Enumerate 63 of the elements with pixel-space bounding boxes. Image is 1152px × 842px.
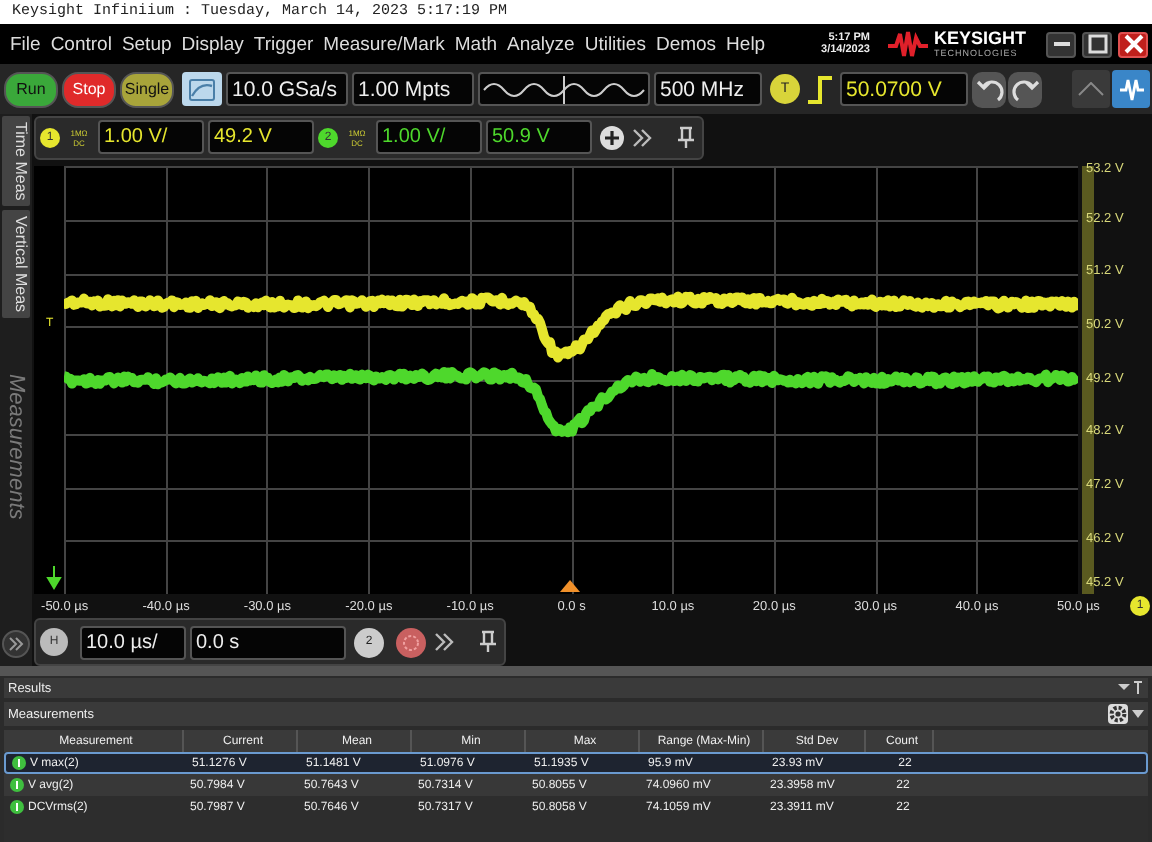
plus-icon — [600, 125, 624, 150]
menu-item[interactable]: Measure/Mark — [323, 33, 445, 55]
memory-depth-field[interactable]: 1.00 Mpts — [352, 72, 474, 106]
side-tab[interactable]: Time Meas — [2, 116, 30, 207]
minimize-icon — [1053, 42, 1069, 46]
chevron-icon — [8, 636, 24, 652]
logo-icon — [885, 28, 930, 60]
expand-button[interactable] — [2, 630, 30, 658]
chevron-icon[interactable] — [434, 632, 454, 653]
run-button[interactable]: Run — [4, 71, 58, 107]
layout-button[interactable] — [1072, 70, 1110, 108]
caret-icon[interactable] — [1132, 710, 1144, 718]
time-position-field[interactable]: 0.0 s — [190, 625, 346, 660]
waveform-view-button[interactable] — [1112, 70, 1150, 108]
channel-offset-field[interactable]: 49.2 V — [208, 120, 314, 155]
chevron-icon[interactable] — [632, 127, 652, 148]
autoscale-button[interactable] — [182, 72, 222, 106]
record-icon[interactable] — [396, 627, 426, 658]
minimize-button[interactable] — [1046, 31, 1076, 57]
trigger-position-icon[interactable] — [560, 579, 580, 592]
settings-button[interactable] — [1108, 704, 1128, 724]
maximize-button[interactable] — [1082, 31, 1112, 57]
time-scale-field[interactable]: 10.0 µs/ — [80, 625, 186, 660]
menu-item[interactable]: Trigger — [253, 33, 314, 55]
waveform-icon — [188, 77, 216, 101]
menu-item[interactable]: File — [10, 33, 41, 55]
channel-offset-field[interactable]: 50.9 V — [486, 120, 592, 155]
menu-item[interactable]: Help — [726, 33, 766, 55]
logo-name: KEYSIGHT — [933, 30, 1026, 48]
undo-button[interactable] — [972, 71, 1006, 107]
sample-rate-field[interactable]: 10.0 GSa/s — [226, 72, 348, 106]
close-icon — [1123, 34, 1143, 54]
bandwidth-field[interactable]: 500 MHz — [654, 72, 762, 106]
menu-item[interactable]: Display — [181, 33, 244, 55]
pin-icon[interactable] — [478, 630, 498, 655]
pin-icon[interactable] — [676, 125, 696, 150]
stop-button[interactable]: Stop — [62, 71, 116, 107]
menu-item[interactable]: Demos — [655, 33, 717, 55]
pulse-icon — [1117, 75, 1145, 103]
layout-icon — [1078, 82, 1104, 96]
side-tab[interactable]: Vertical Meas — [2, 210, 30, 319]
side-panel-label: Measurements — [4, 374, 28, 521]
menu-item[interactable]: Setup — [121, 33, 172, 55]
undo-icon — [975, 75, 1003, 103]
channel-scale-field[interactable]: 1.00 V/ — [98, 120, 204, 155]
menu-item[interactable]: Math — [454, 33, 498, 55]
panel-options-icon[interactable] — [1116, 680, 1144, 696]
status-icon — [10, 778, 24, 792]
close-button[interactable] — [1118, 31, 1148, 57]
channel-scale-field[interactable]: 1.00 V/ — [376, 120, 482, 155]
rising-edge-icon — [806, 73, 834, 105]
redo-button[interactable] — [1008, 71, 1042, 107]
add-button[interactable] — [600, 125, 624, 150]
menu-item[interactable]: Control — [50, 33, 112, 55]
trigger-level-field[interactable]: 50.0700 V — [840, 72, 968, 106]
menu-item[interactable]: Utilities — [584, 33, 646, 55]
redo-icon — [1011, 75, 1039, 103]
menu-item[interactable]: Analyze — [507, 33, 575, 55]
status-icon — [12, 756, 26, 770]
ground-marker-icon[interactable] — [46, 565, 62, 590]
status-icon — [10, 800, 24, 814]
maximize-icon — [1087, 34, 1107, 54]
single-button[interactable]: Single — [120, 71, 174, 107]
